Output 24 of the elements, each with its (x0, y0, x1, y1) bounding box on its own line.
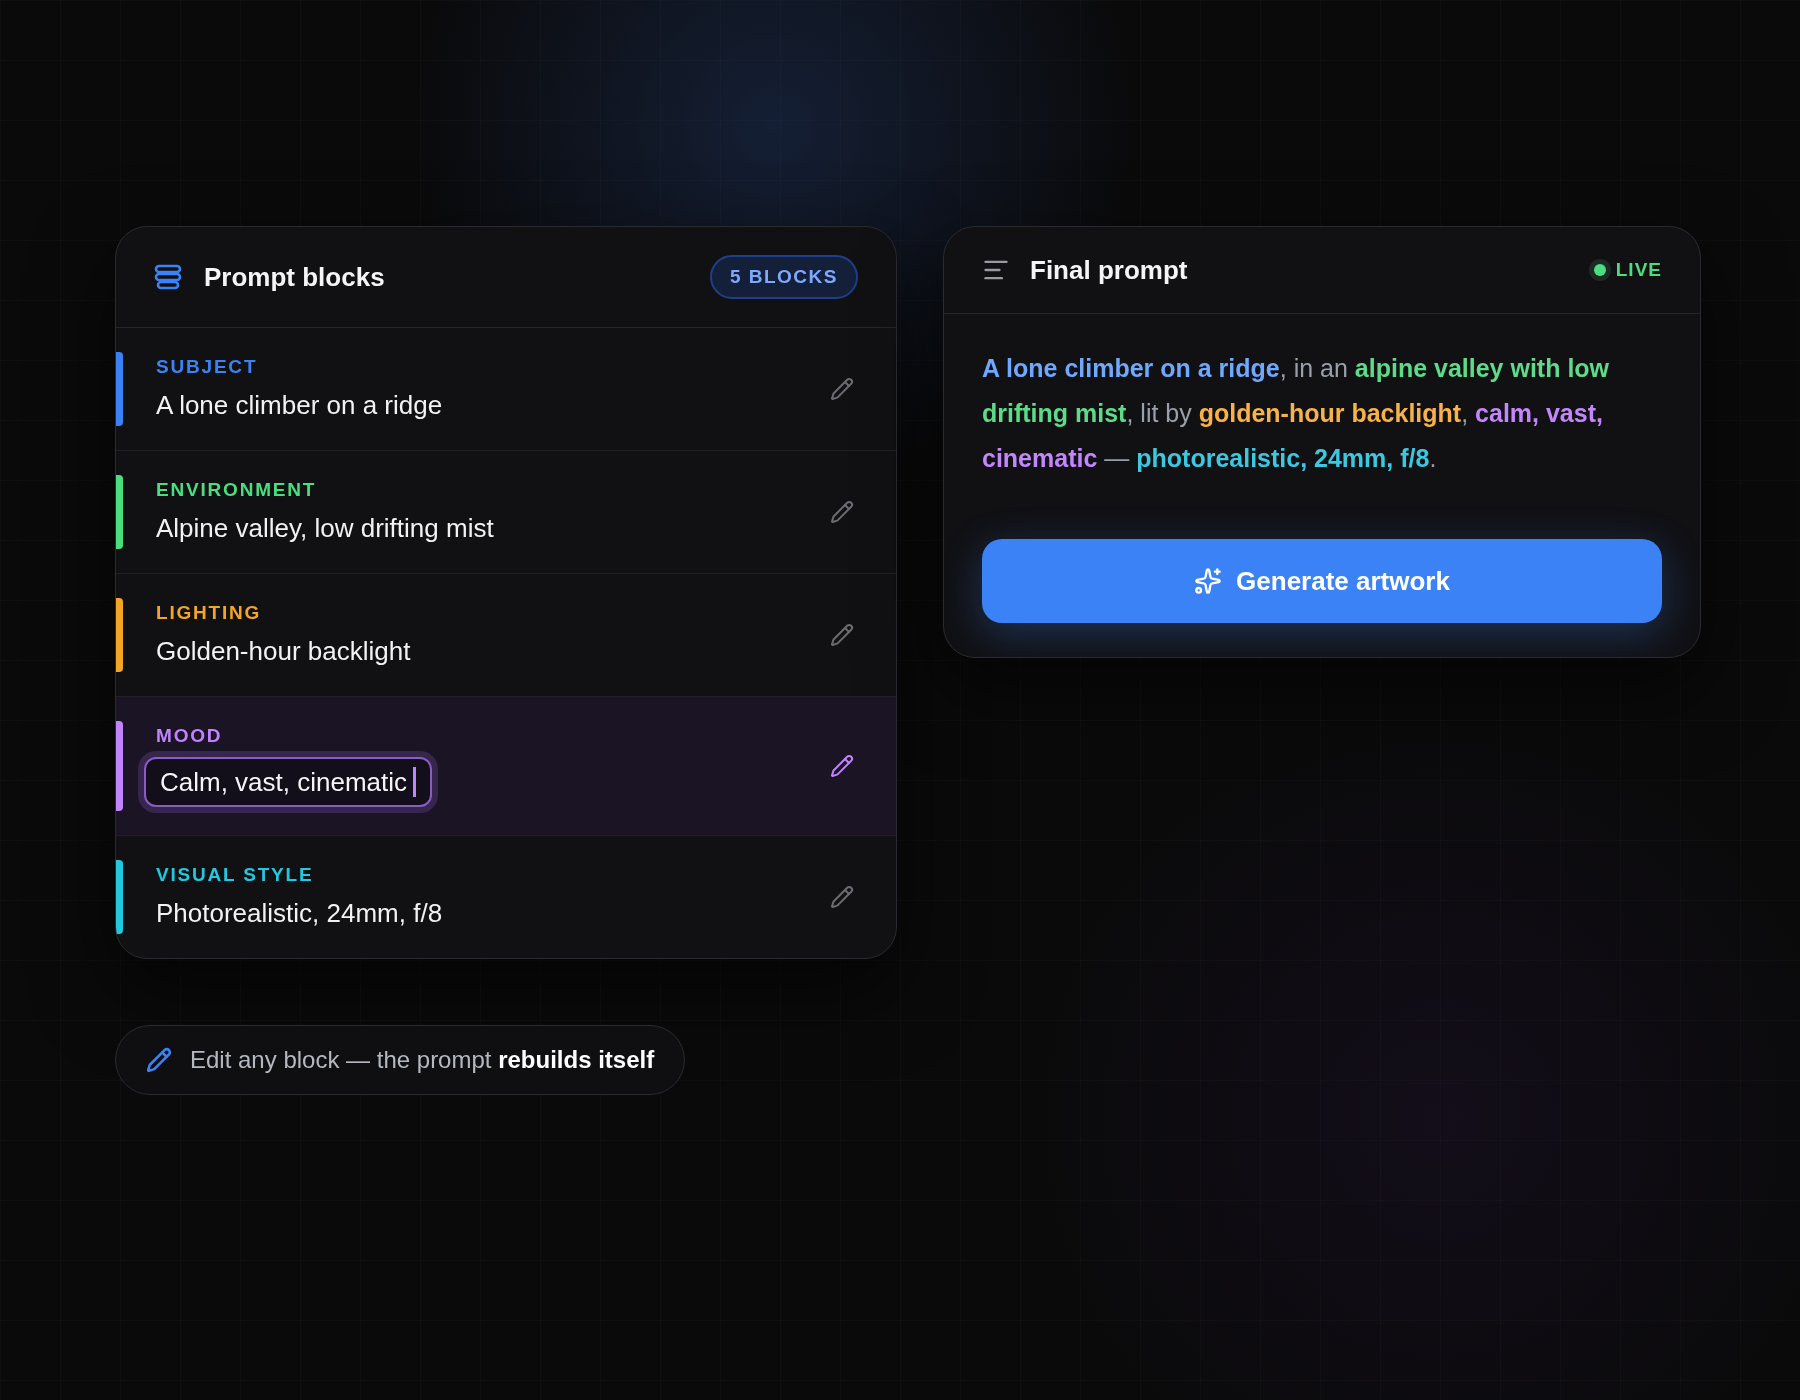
block-label: LIGHTING (156, 602, 263, 624)
pencil-icon (146, 1047, 172, 1073)
prompt-text: A lone climber on a ridge, in an alpine valley with low drifting mist, lit by golden-hour backlight, calm, vast, cinematic — photorealistic, 24mm, f/8. (982, 353, 1611, 474)
count-badge: 5 BLOCKS (709, 255, 858, 299)
block-label: SUBJECT (156, 356, 259, 378)
block-input-field[interactable]: Calm, vast, cinematic (144, 757, 433, 807)
block-label: VISUAL STYLE (156, 864, 315, 886)
block-value: Photorealistic, 24mm, f/8 (156, 897, 444, 930)
hint-text: Edit any block — the prompt rebuilds itself (190, 1046, 655, 1074)
panel-title: Final prompt (1030, 254, 1189, 286)
generate-button[interactable]: Generate artwork (982, 539, 1662, 623)
sparkle-icon (1194, 567, 1223, 595)
prompt-block[interactable]: ENVIRONMENT Alpine valley, low drifting mist (116, 451, 896, 574)
prompt-block[interactable]: SUBJECT A lone climber on a ridge (116, 328, 896, 451)
block-label: ENVIRONMENT (156, 479, 318, 501)
block-label: MOOD (156, 725, 224, 747)
stack-icon (154, 264, 182, 290)
prompt-block[interactable]: MOOD Calm, vast, cinematic (116, 697, 896, 836)
panel-title: Prompt blocks (204, 261, 386, 293)
block-value: Alpine valley, low drifting mist (156, 512, 495, 545)
block-value: Golden-hour backlight (156, 635, 412, 668)
status-label: LIVE (1615, 259, 1662, 281)
block-value: A lone climber on a ridge (156, 389, 444, 422)
prompt-block[interactable]: VISUAL STYLE Photorealistic, 24mm, f/8 (116, 836, 896, 958)
